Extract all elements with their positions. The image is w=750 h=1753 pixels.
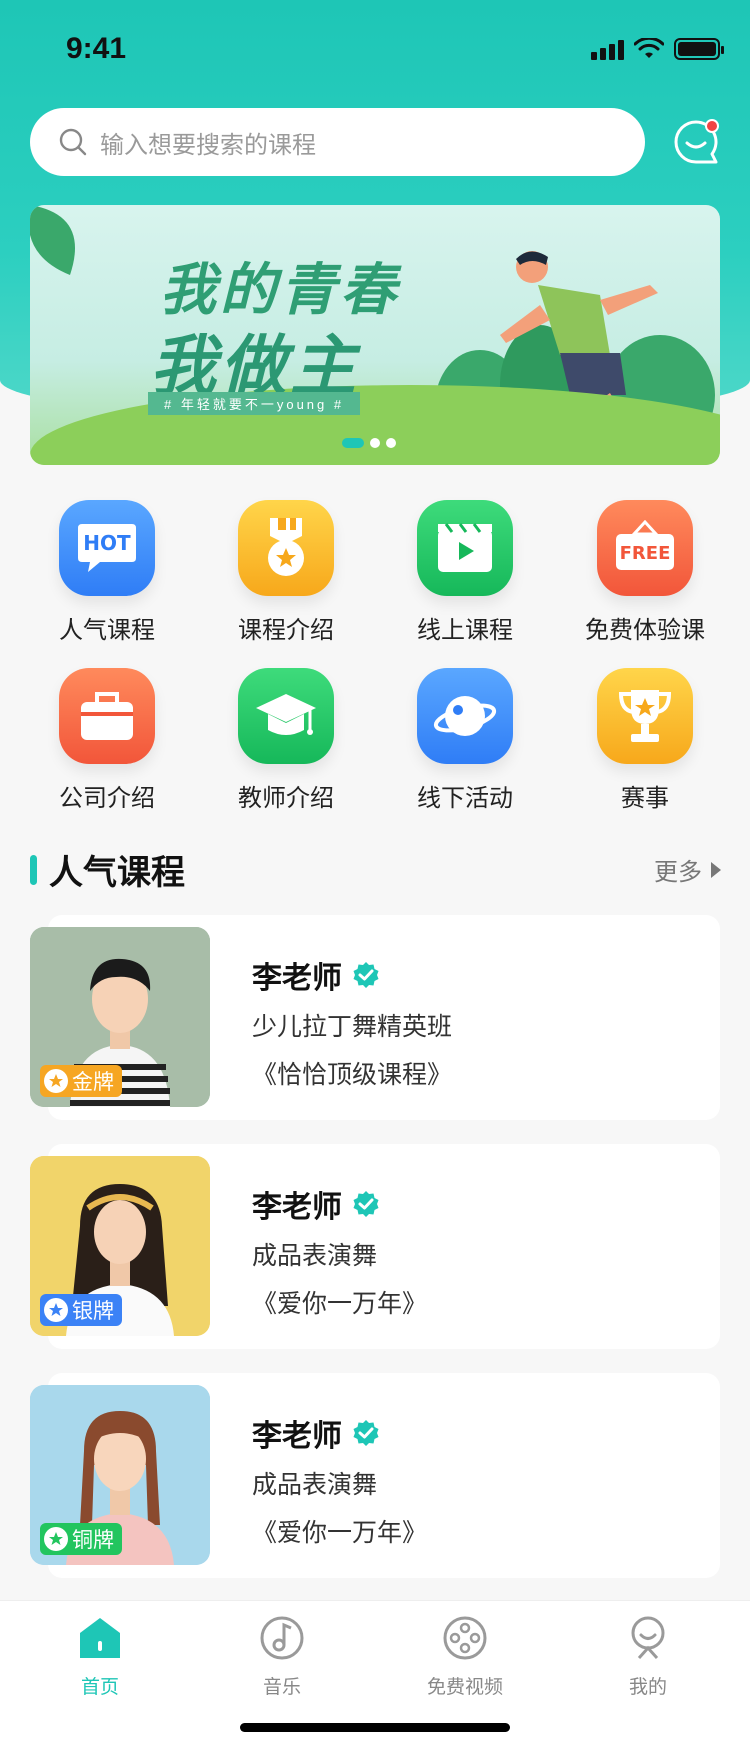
- profile-icon: [631, 1616, 665, 1660]
- tab-profile[interactable]: 我的: [588, 1615, 708, 1699]
- status-bar: 9:41: [0, 28, 750, 72]
- verified-icon: [353, 1420, 379, 1446]
- category-online-courses[interactable]: 线上课程: [375, 500, 555, 645]
- teacher-name-row: 李老师: [252, 953, 380, 997]
- search-placeholder: 输入想要搜索的课程: [100, 131, 316, 159]
- course-name: 少儿拉丁舞精英班: [252, 1013, 453, 1041]
- banner-subtitle: # 年轻就要不一young #: [148, 392, 361, 415]
- more-link[interactable]: 更多: [654, 852, 722, 887]
- star-icon: [44, 1069, 68, 1093]
- verified-icon: [353, 1191, 379, 1217]
- battery-icon: [674, 38, 724, 60]
- category-teacher-intro[interactable]: 教师介绍: [196, 668, 376, 813]
- medal-badge: 银牌: [40, 1294, 122, 1326]
- teacher-name-row: 李老师: [252, 1411, 380, 1455]
- graduation-cap-icon: [238, 668, 334, 764]
- star-icon: [44, 1527, 68, 1551]
- tab-label: 我的: [628, 1677, 667, 1698]
- tab-free-video[interactable]: 免费视频: [405, 1615, 525, 1699]
- teacher-photo: 银牌: [30, 1156, 210, 1336]
- svg-text:HOT: HOT: [83, 531, 131, 555]
- home-icon: [80, 1618, 120, 1658]
- film-reel-icon: [443, 1616, 487, 1660]
- tab-label: 音乐: [262, 1677, 301, 1698]
- message-icon[interactable]: [672, 118, 720, 166]
- teacher-name: 李老师: [252, 1420, 342, 1453]
- teacher-photo: 金牌: [30, 927, 210, 1107]
- medal-badge: 金牌: [40, 1065, 122, 1097]
- medal-label: 金牌: [72, 1071, 114, 1094]
- category-label: 人气课程: [59, 617, 155, 644]
- section-heading: 人气课程: [30, 845, 185, 894]
- category-popular-courses[interactable]: HOT 人气课程: [17, 500, 197, 645]
- hot-icon: HOT: [59, 500, 155, 596]
- teacher-name: 李老师: [252, 1191, 342, 1224]
- status-icons: [591, 38, 724, 60]
- carousel-dot[interactable]: [370, 438, 380, 448]
- trophy-icon: [597, 668, 693, 764]
- video-icon: [417, 500, 513, 596]
- search-bar[interactable]: 输入想要搜索的课程: [30, 108, 645, 176]
- verified-icon: [353, 962, 379, 988]
- category-company-intro[interactable]: 公司介绍: [17, 668, 197, 813]
- course-name: 成品表演舞: [252, 1471, 378, 1499]
- course-card[interactable]: 铜牌 李老师 成品表演舞 《爱你一万年》: [30, 1373, 720, 1578]
- svg-text:FREE: FREE: [620, 543, 671, 564]
- tab-label: 首页: [80, 1677, 119, 1698]
- carousel-dot[interactable]: [386, 438, 396, 448]
- star-icon: [44, 1298, 68, 1322]
- leaf-decoration: [30, 205, 75, 275]
- search-icon: [59, 128, 87, 156]
- more-label: 更多: [654, 859, 702, 886]
- category-label: 课程介绍: [238, 617, 334, 644]
- category-offline-events[interactable]: 线下活动: [375, 668, 555, 813]
- tab-music[interactable]: 音乐: [222, 1615, 342, 1699]
- free-icon: FREE: [597, 500, 693, 596]
- category-label: 免费体验课: [585, 617, 705, 644]
- course-work: 《恰恰顶级课程》: [252, 1061, 453, 1089]
- course-name: 成品表演舞: [252, 1242, 378, 1270]
- section-accent-bar: [30, 854, 37, 885]
- course-card[interactable]: 金牌 李老师 少儿拉丁舞精英班 《恰恰顶级课程》: [30, 915, 720, 1120]
- course-work: 《爱你一万年》: [252, 1519, 428, 1547]
- medal-icon: [238, 500, 334, 596]
- medal-badge: 铜牌: [40, 1523, 122, 1555]
- teacher-name: 李老师: [252, 962, 342, 995]
- planet-icon: [417, 668, 513, 764]
- medal-label: 银牌: [72, 1300, 114, 1323]
- category-label: 公司介绍: [59, 785, 155, 812]
- category-free-trial[interactable]: FREE 免费体验课: [555, 500, 735, 645]
- category-label: 赛事: [621, 785, 669, 812]
- teacher-photo: 铜牌: [30, 1385, 210, 1565]
- tab-label: 免费视频: [426, 1677, 503, 1698]
- teacher-name-row: 李老师: [252, 1182, 380, 1226]
- signal-icon: [591, 40, 624, 60]
- category-course-intro[interactable]: 课程介绍: [196, 500, 376, 645]
- category-label: 线下活动: [417, 785, 513, 812]
- medal-label: 铜牌: [72, 1529, 114, 1552]
- course-work: 《爱你一万年》: [252, 1290, 428, 1318]
- home-indicator: [240, 1723, 510, 1732]
- category-label: 线上课程: [417, 617, 513, 644]
- chevron-right-icon: [711, 861, 721, 878]
- briefcase-icon: [59, 668, 155, 764]
- music-icon: [260, 1616, 304, 1660]
- carousel-indicator[interactable]: [342, 438, 396, 448]
- course-card[interactable]: 银牌 李老师 成品表演舞 《爱你一万年》: [30, 1144, 720, 1349]
- carousel-dot[interactable]: [342, 438, 364, 448]
- section-title: 人气课程: [49, 854, 185, 892]
- status-time: 9:41: [66, 32, 127, 65]
- category-competitions[interactable]: 赛事: [555, 668, 735, 813]
- promo-banner[interactable]: 我的青春 我做主 # 年轻就要不一young #: [30, 205, 720, 465]
- hill-decoration: [30, 385, 720, 465]
- category-label: 教师介绍: [238, 785, 334, 812]
- tab-home[interactable]: 首页: [40, 1615, 160, 1699]
- wifi-icon: [634, 38, 664, 58]
